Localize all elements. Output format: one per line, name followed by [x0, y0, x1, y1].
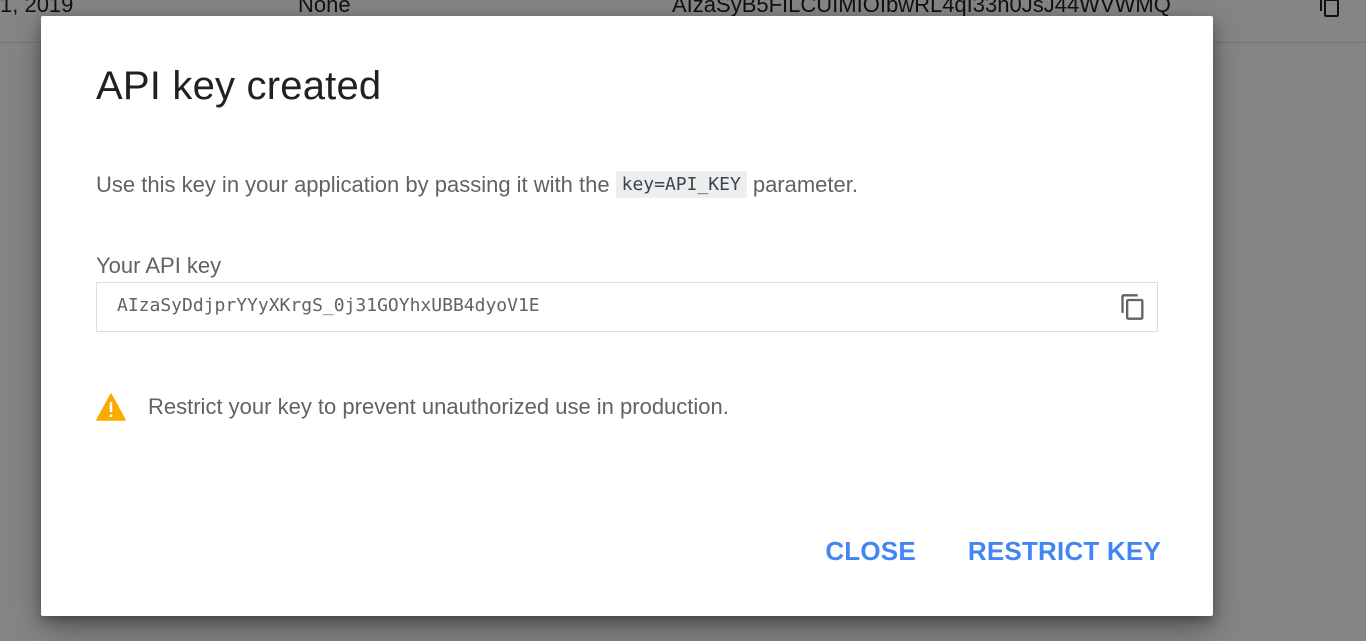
close-button[interactable]: CLOSE	[825, 536, 916, 567]
copy-icon[interactable]	[1119, 293, 1147, 321]
dialog-actions: CLOSE RESTRICT KEY	[825, 536, 1161, 567]
api-key-value[interactable]: AIzaSyDdjprYYyXKrgS_0j31GOYhxUBB4dyoV1E	[117, 295, 540, 316]
api-key-created-dialog: API key created Use this key in your app…	[41, 16, 1213, 616]
description-text-after: parameter.	[752, 171, 858, 197]
dialog-title: API key created	[96, 64, 382, 108]
dialog-description: Use this key in your application by pass…	[96, 171, 858, 198]
restriction-warning: Restrict your key to prevent unauthorize…	[96, 393, 729, 421]
restrict-key-button[interactable]: RESTRICT KEY	[968, 536, 1161, 567]
api-key-field-label: Your API key	[96, 253, 222, 278]
warning-icon	[96, 393, 126, 421]
api-key-field[interactable]: AIzaSyDdjprYYyXKrgS_0j31GOYhxUBB4dyoV1E	[96, 282, 1158, 332]
warning-text: Restrict your key to prevent unauthorize…	[148, 394, 729, 419]
key-param-code: key=API_KEY	[615, 171, 747, 198]
description-text-before: Use this key in your application by pass…	[96, 171, 610, 197]
